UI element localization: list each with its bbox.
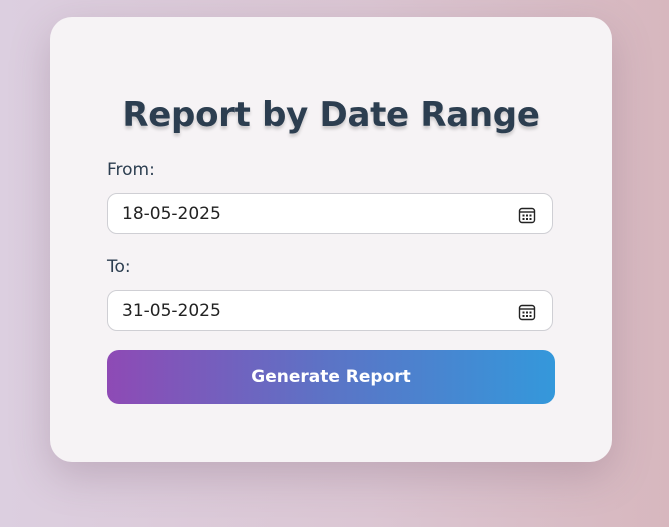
- report-card: Report by Date Range From: 18-05-2025 To…: [50, 17, 612, 462]
- calendar-icon[interactable]: [518, 206, 536, 224]
- to-date-input[interactable]: 31-05-2025: [107, 290, 553, 331]
- to-date-value: 31-05-2025: [122, 301, 221, 321]
- page-title: Report by Date Range: [122, 95, 540, 135]
- to-label: To:: [107, 257, 131, 277]
- from-label: From:: [107, 160, 155, 180]
- calendar-icon[interactable]: [518, 303, 536, 321]
- from-date-input[interactable]: 18-05-2025: [107, 193, 553, 234]
- generate-report-button[interactable]: Generate Report: [107, 350, 555, 404]
- from-date-value: 18-05-2025: [122, 204, 221, 224]
